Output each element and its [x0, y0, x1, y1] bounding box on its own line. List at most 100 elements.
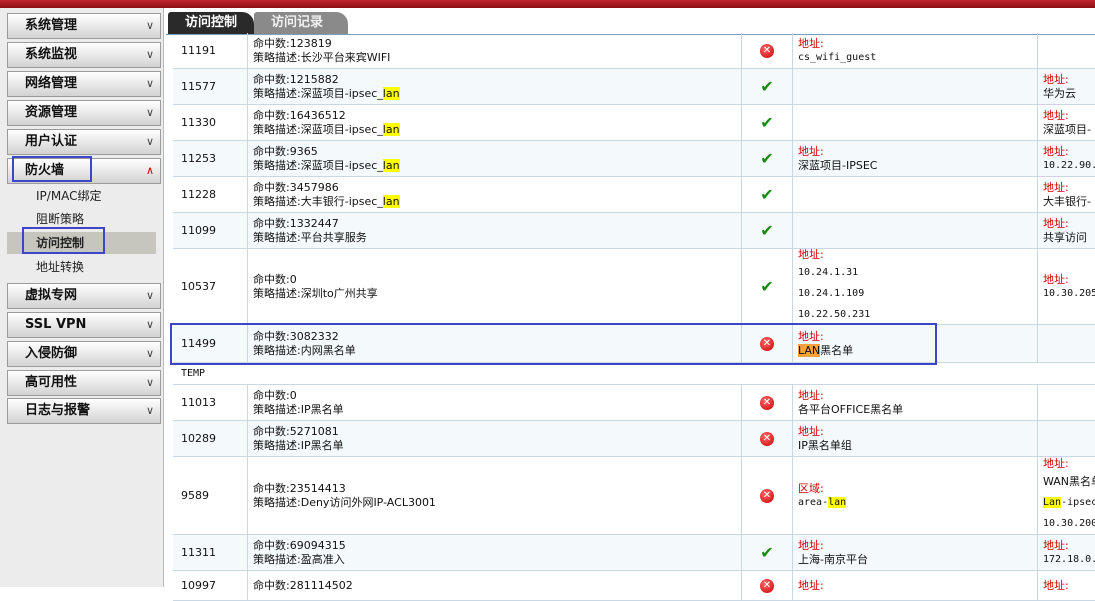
src-label: 地址: — [798, 36, 824, 50]
src-value: 10.24.1.109 — [798, 288, 865, 299]
dst-label: 地址: — [1043, 272, 1069, 286]
submenu-address-translation[interactable]: 地址转换 — [7, 256, 156, 278]
hit-count: 命中数:0 — [253, 388, 297, 402]
policy-description: 命中数:1215882 策略描述:深蓝项目-ipsec_lan — [248, 69, 742, 105]
table-row[interactable]: 11253 命中数:9365 策略描述:深蓝项目-ipsec_lan ✔ 地址: 深蓝项目… — [173, 141, 1095, 177]
menu-ssl-vpn[interactable]: SSL VPN ∨ — [7, 312, 161, 338]
highlight-token: lan — [382, 158, 400, 172]
tab-access-log[interactable]: 访问记录 — [254, 12, 348, 34]
table-row[interactable]: 11330 命中数:16436512 策略描述:深蓝项目-ipsec_lan ✔ 地址:… — [173, 105, 1095, 141]
table-row[interactable]: 11311 命中数:69094315 策略描述:盈高准入 ✔ 地址: 上海-南京平台 地址:… — [173, 535, 1095, 571]
desc-value: 深圳to广州共享 — [300, 286, 378, 300]
source-address — [793, 105, 1038, 141]
menu-intrusion-prevention[interactable]: 入侵防御 ∨ — [7, 341, 161, 367]
policy-desc-text: 策略描述:平台共享服务 — [253, 230, 367, 244]
chevron-down-icon: ∨ — [145, 106, 154, 119]
tab-bar: 访问控制 访问记录 — [166, 8, 1095, 35]
table-row[interactable]: 10289 命中数:5271081 策略描述:IP黑名单 ✕ 地址: IP黑名单组 — [173, 421, 1095, 457]
dst-value: 10.22.90. — [1043, 159, 1095, 171]
table-row[interactable]: 11191 命中数:123819 策略描述:长沙平台来宾WIFI ✕ 地址: cs_wif… — [173, 33, 1095, 69]
destination-address: 地址: 10.22.90. — [1038, 141, 1095, 177]
src-label: 地址: — [798, 388, 824, 402]
table-row[interactable]: 11228 命中数:3457986 策略描述:大丰银行-ipsec_lan ✔ 地址: 大… — [173, 177, 1095, 213]
policy-action: ✕ — [742, 457, 793, 535]
menu-label: 入侵防御 — [25, 346, 78, 361]
menu-system-monitor[interactable]: 系统监视 ∨ — [7, 42, 161, 68]
table-row[interactable]: 9589 命中数:23514413 策略描述:Deny访问外网IP-ACL3001 ✕… — [173, 457, 1095, 535]
table-row[interactable]: 11013 命中数:0 策略描述:IP黑名单 ✕ 地址: 各平台OFFICE黑名单 — [173, 385, 1095, 421]
dst-label: 地址: — [1043, 180, 1069, 194]
src-label: 地址: — [798, 329, 824, 343]
source-address: 地址: cs_wifi_guest — [793, 33, 1038, 69]
submenu-block-policy[interactable]: 阻断策略 — [7, 208, 156, 230]
hit-count: 命中数:1215882 — [253, 72, 339, 86]
menu-logs-alerts[interactable]: 日志与报警 ∨ — [7, 398, 161, 424]
policy-desc-text: 策略描述:内网黑名单 — [253, 343, 356, 357]
menu-label: SSL VPN — [25, 317, 87, 332]
source-address: 地址: 上海-南京平台 — [793, 535, 1038, 571]
policy-id: 11499 — [173, 325, 248, 363]
source-address: 地址: — [793, 571, 1038, 601]
destination-address — [1038, 325, 1095, 363]
dst-value: 172.18.0. — [1043, 553, 1095, 565]
desc-value: 内网黑名单 — [300, 343, 356, 357]
highlight-token: lan — [828, 496, 847, 508]
policy-id: 11099 — [173, 213, 248, 249]
dst-label: 地址: — [1043, 108, 1069, 122]
submenu-access-control[interactable]: 访问控制 — [7, 232, 156, 254]
policy-description: 命中数:9365 策略描述:深蓝项目-ipsec_lan — [248, 141, 742, 177]
policy-id: 10289 — [173, 421, 248, 457]
policy-action: ✔ — [742, 105, 793, 141]
deny-icon: ✕ — [760, 578, 774, 593]
table-row[interactable]: 10997 命中数:281114502 ✕ 地址: 地址: — [173, 571, 1095, 601]
policy-description: 命中数:123819 策略描述:长沙平台来宾WIFI — [248, 33, 742, 69]
table-row[interactable]: 11499 命中数:3082332 策略描述:内网黑名单 ✕ 地址: LAN黑名单 — [173, 325, 1095, 363]
deny-icon: ✕ — [760, 431, 774, 446]
policy-description: 命中数:3082332 策略描述:内网黑名单 — [248, 325, 742, 363]
deny-icon: ✕ — [760, 488, 774, 503]
destination-address: 地址: 共享访问 — [1038, 213, 1095, 249]
policy-desc-text: 策略描述:深蓝项目-ipsec_lan — [253, 122, 400, 136]
source-address — [793, 177, 1038, 213]
menu-network-management[interactable]: 网络管理 ∨ — [7, 71, 161, 97]
hit-count: 命中数:3082332 — [253, 329, 339, 343]
policy-id: 11013 — [173, 385, 248, 421]
policy-action: ✔ — [742, 69, 793, 105]
policy-id: 11577 — [173, 69, 248, 105]
src-value: 上海-南京平台 — [798, 552, 868, 566]
hit-count: 命中数:16436512 — [253, 108, 346, 122]
menu-user-auth[interactable]: 用户认证 ∨ — [7, 129, 161, 155]
menu-resource-management[interactable]: 资源管理 ∨ — [7, 100, 161, 126]
table-row[interactable]: 11577 命中数:1215882 策略描述:深蓝项目-ipsec_lan ✔ 地址: 华… — [173, 69, 1095, 105]
policy-action: ✕ — [742, 385, 793, 421]
hit-count: 命中数:5271081 — [253, 424, 339, 438]
destination-address: 地址: 10.30.205 — [1038, 249, 1095, 325]
source-address: 地址: 各平台OFFICE黑名单 — [793, 385, 1038, 421]
menu-vpn[interactable]: 虚拟专网 ∨ — [7, 283, 161, 309]
destination-address — [1038, 33, 1095, 69]
source-address — [793, 69, 1038, 105]
destination-address: 地址: 华为云 — [1038, 69, 1095, 105]
policy-id: 10997 — [173, 571, 248, 601]
policy-action: ✔ — [742, 535, 793, 571]
table-row[interactable]: 11099 命中数:1332447 策略描述:平台共享服务 ✔ 地址: 共享访问 — [173, 213, 1095, 249]
policy-id: 11253 — [173, 141, 248, 177]
desc-value: IP黑名单 — [300, 402, 344, 416]
submenu-ip-mac-binding[interactable]: IP/MAC绑定 — [7, 185, 156, 207]
source-address: 地址: LAN黑名单 — [793, 325, 1038, 363]
sidebar-nav: 系统管理 ∨ 系统监视 ∨ 网络管理 ∨ 资源管理 ∨ 用户认证 ∨ 防火墙 ∧… — [0, 8, 164, 587]
menu-system-management[interactable]: 系统管理 ∨ — [7, 13, 161, 39]
policy-desc-text: 策略描述:深蓝项目-ipsec_lan — [253, 158, 400, 172]
menu-high-availability[interactable]: 高可用性 ∨ — [7, 370, 161, 396]
policy-id: 11191 — [173, 33, 248, 69]
desc-value: IP黑名单 — [300, 438, 344, 452]
menu-firewall[interactable]: 防火墙 ∧ — [7, 158, 161, 184]
chevron-down-icon: ∨ — [145, 318, 154, 331]
src-value: 10.24.1.31 — [798, 267, 859, 278]
table-row[interactable]: 10537 命中数:0 策略描述:深圳to广州共享 ✔ 地址: 10.24.1.31 10.… — [173, 249, 1095, 325]
hit-count: 命中数:69094315 — [253, 538, 346, 552]
policy-desc-text: 策略描述:IP黑名单 — [253, 438, 344, 452]
tab-access-control[interactable]: 访问控制 — [168, 12, 254, 34]
dst-label: 地址: — [1043, 578, 1069, 592]
policy-description: 命中数:0 策略描述:IP黑名单 — [248, 385, 742, 421]
